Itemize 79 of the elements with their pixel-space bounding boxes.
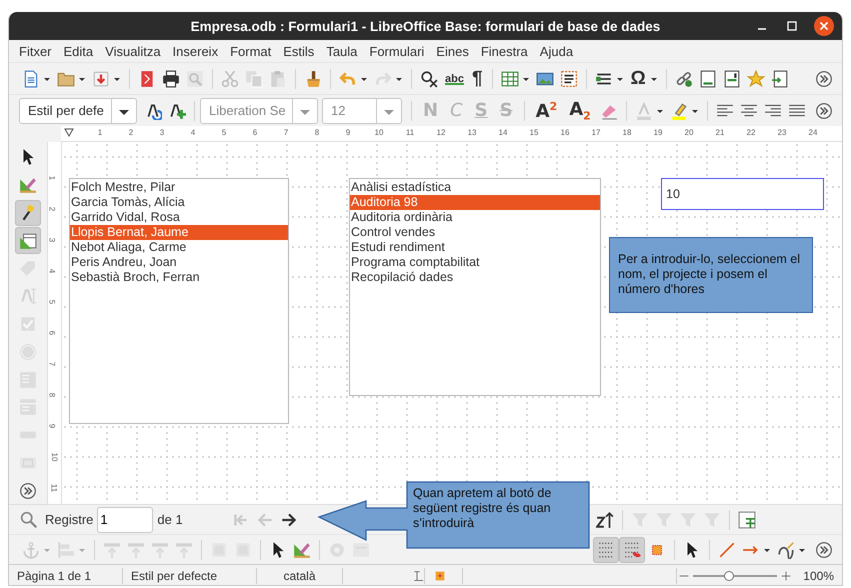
list-item[interactable]: Programa comptabilitat — [350, 255, 600, 270]
formatting-marks-button[interactable]: ¶ — [468, 68, 487, 90]
ruler-number: 5 — [222, 128, 226, 137]
ruler-number: 8 — [314, 128, 320, 137]
menu-item[interactable]: Insereix — [166, 42, 224, 60]
ruler-number: 9 — [48, 424, 57, 428]
ruler-number: 11 — [50, 484, 59, 492]
callout-text: Quan apretem al botó de següent registre és quan s’introduirà — [413, 486, 552, 531]
special-character-button[interactable]: Ω — [626, 68, 650, 90]
superscript-button[interactable]: A$^{2}$ — [530, 100, 564, 122]
language-status: català — [257, 568, 343, 584]
list-item[interactable]: Llopis Bernat, Jaume — [70, 225, 288, 240]
ruler-number: 21 — [716, 128, 724, 137]
menu-item[interactable]: Ajuda — [534, 42, 580, 60]
spelling-button[interactable]: abc — [441, 72, 468, 84]
ruler-number: 20 — [684, 128, 694, 137]
list-item[interactable]: Anàlisi estadística — [350, 180, 600, 195]
ruler-number: 11 — [406, 128, 414, 137]
ruler-number: 10 — [50, 452, 59, 462]
ruler-number: 13 — [468, 128, 476, 137]
menu-item[interactable]: Eines — [430, 42, 475, 60]
ruler-number: 16 — [560, 128, 570, 137]
ruler-number: 4 — [48, 268, 57, 274]
list-item[interactable]: Auditoria 98 — [350, 195, 600, 210]
list-item[interactable]: Estudi rendiment — [350, 240, 600, 255]
list-item[interactable]: Nebot Aliaga, Carme — [70, 240, 288, 255]
record-label: Registre — [45, 512, 94, 527]
record-field[interactable]: 1 — [97, 506, 154, 532]
list-item[interactable]: Garrido Vidal, Rosa — [70, 210, 288, 225]
ruler-number: 2 — [128, 128, 134, 137]
menu-item[interactable]: Edita — [58, 42, 100, 60]
style-status: Estil per defecte — [123, 568, 257, 584]
list-item[interactable]: Auditoria ordinària — [350, 210, 600, 225]
list-item[interactable]: Recopilació dades — [350, 270, 600, 285]
list-item[interactable]: Control vendes — [350, 225, 600, 240]
zoom-reading: 100% — [802, 569, 835, 583]
ruler-number: 10 — [374, 128, 384, 137]
list-item[interactable]: Folch Mestre, Pilar — [70, 180, 288, 195]
menu-item[interactable]: Finestra — [474, 42, 534, 60]
hours-field[interactable]: 10 — [661, 178, 824, 210]
ruler-number: 18 — [622, 128, 632, 137]
window-title: Empresa.odb : Formulari1 - LibreOffice Base: formulari de base de dades — [190, 18, 660, 34]
list-item[interactable]: Garcia Tomàs, Alícia — [70, 195, 288, 210]
paragraph-style-dropdown[interactable]: Estil per defe — [19, 98, 137, 124]
ruler-number: 8 — [48, 392, 57, 398]
ruler-number: 12 — [436, 128, 446, 137]
ruler-number: 23 — [778, 128, 786, 137]
names-list-box[interactable]: Folch Mestre, Pilar Garcia Tomàs, Alícia Garrido Vidal, Rosa Llopis Bernat, Jaume Nebot Aliaga, Carme Peris Andreu, Joan Sebastià Broch, Ferran — [69, 178, 289, 424]
ruler-number: 7 — [48, 362, 57, 366]
ruler-number: 1 — [98, 128, 102, 137]
menu-item[interactable]: Estils — [277, 42, 320, 60]
ruler-number: 19 — [654, 128, 662, 137]
ruler-number: 4 — [190, 128, 196, 137]
list-item[interactable]: Peris Andreu, Joan — [70, 255, 288, 270]
ruler-number: 14 — [498, 128, 508, 137]
ruler-number: 1 — [48, 176, 57, 180]
ruler-number: 6 — [252, 128, 258, 137]
ruler-number: 22 — [746, 128, 756, 137]
menu-item[interactable]: Formulari — [363, 42, 430, 60]
menu-item[interactable]: Fitxer — [13, 42, 58, 60]
ruler-number: 6 — [48, 330, 57, 336]
menu-item[interactable]: Format — [224, 42, 278, 60]
ruler-number: 17 — [592, 128, 600, 137]
ruler-number: 15 — [530, 128, 538, 137]
ruler-number: 3 — [160, 128, 164, 137]
menu-item[interactable]: Taula — [320, 42, 364, 60]
note-text: Per a introduir-lo, seleccionem el nom, el projecte i posem el número d'hores — [609, 237, 813, 313]
ruler-number: 7 — [284, 128, 288, 137]
record-count: de 1 — [157, 512, 183, 527]
list-item[interactable]: Sebastià Broch, Ferran — [70, 270, 288, 285]
ruler-number: 9 — [346, 128, 350, 137]
ruler-number: 2 — [48, 206, 57, 212]
page-status: Pàgina 1 de 1 — [9, 568, 123, 584]
ruler-number: 5 — [48, 300, 57, 304]
ruler-number: 24 — [808, 128, 818, 137]
ruler-number: 3 — [48, 238, 57, 242]
menu-item[interactable]: Visualitza — [99, 42, 167, 60]
projects-list-box[interactable]: Anàlisi estadística Auditoria 98 Auditoria ordinària Control vendes Estudi rendiment Programa comptabilitat Recopilació dades — [349, 178, 601, 396]
subscript-button[interactable]: A$_{2}$ — [563, 98, 597, 122]
